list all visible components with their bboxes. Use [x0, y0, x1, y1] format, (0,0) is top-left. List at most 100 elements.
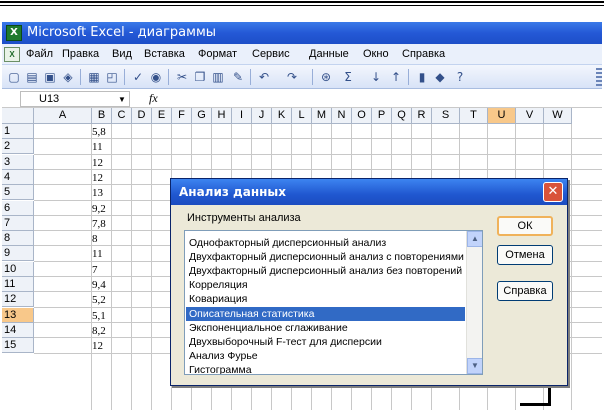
- hyperlink-icon[interactable]: ⊛: [318, 69, 334, 85]
- column-header-q[interactable]: Q: [392, 108, 412, 124]
- analysis-tool-item[interactable]: Двухфакторный дисперсионный анализ без п…: [186, 264, 465, 278]
- fx-label[interactable]: fx: [149, 91, 158, 106]
- help-icon[interactable]: ?: [452, 69, 468, 85]
- row-header-6[interactable]: 6: [2, 200, 34, 216]
- column-header-t[interactable]: T: [460, 108, 488, 124]
- cell-b5[interactable]: 13: [92, 185, 114, 200]
- cell-b10[interactable]: 7: [92, 262, 114, 277]
- cell-b9[interactable]: 11: [92, 246, 114, 261]
- list-scrollbar[interactable]: ▲ ▼: [466, 231, 482, 374]
- cell-b12[interactable]: 5,2: [92, 292, 114, 307]
- menu-tools[interactable]: Сервис: [252, 48, 290, 60]
- cancel-button[interactable]: Отмена: [497, 245, 553, 265]
- dialog-title-bar[interactable]: Анализ данных ✕: [171, 179, 567, 205]
- cell-b14[interactable]: 8,2: [92, 323, 114, 338]
- help-button[interactable]: Справка: [497, 281, 553, 301]
- row-header-15[interactable]: 15: [2, 338, 34, 354]
- name-box-dropdown-icon[interactable]: ▼: [118, 95, 126, 104]
- cell-b8[interactable]: 8: [92, 231, 114, 246]
- select-all-corner[interactable]: [2, 108, 34, 124]
- chart-wizard-icon[interactable]: ▮: [414, 69, 430, 85]
- cell-b6[interactable]: 9,2: [92, 201, 114, 216]
- row-header-12[interactable]: 12: [2, 292, 34, 308]
- column-header-s[interactable]: S: [432, 108, 460, 124]
- cell-b4[interactable]: 12: [92, 170, 114, 185]
- row-header-10[interactable]: 10: [2, 261, 34, 277]
- column-header-l[interactable]: L: [292, 108, 312, 124]
- permission-icon[interactable]: ◈: [60, 69, 76, 85]
- analysis-tool-item[interactable]: Ковариация: [186, 292, 465, 306]
- cell-b13[interactable]: 5,1: [92, 308, 114, 323]
- save-icon[interactable]: ▣: [42, 69, 58, 85]
- column-header-h[interactable]: H: [212, 108, 232, 124]
- menu-help[interactable]: Справка: [402, 48, 445, 60]
- column-header-v[interactable]: V: [516, 108, 544, 124]
- menu-file[interactable]: Файл: [26, 48, 53, 60]
- analysis-tools-list[interactable]: Однофакторный дисперсионный анализ Двухфа…: [184, 230, 483, 375]
- column-header-c[interactable]: C: [112, 108, 132, 124]
- menu-format[interactable]: Формат: [198, 48, 237, 60]
- analysis-tool-item[interactable]: Гистограмма: [186, 363, 465, 374]
- column-header-o[interactable]: O: [352, 108, 372, 124]
- column-header-d[interactable]: D: [132, 108, 152, 124]
- analysis-tool-item[interactable]: Однофакторный дисперсионный анализ: [186, 236, 465, 250]
- column-header-f[interactable]: F: [172, 108, 192, 124]
- scroll-up-icon[interactable]: ▲: [467, 231, 482, 247]
- column-header-b[interactable]: B: [92, 108, 112, 124]
- cell-b2[interactable]: 11: [92, 139, 114, 154]
- row-header-4[interactable]: 4: [2, 169, 34, 185]
- research-icon[interactable]: ◉: [148, 69, 164, 85]
- analysis-tool-item[interactable]: Двухвыборочный F-тест для дисперсии: [186, 335, 465, 349]
- sort-ascending-icon[interactable]: ↓: [368, 69, 384, 85]
- open-icon[interactable]: ▤: [24, 69, 40, 85]
- row-header-5[interactable]: 5: [2, 185, 34, 201]
- undo-icon[interactable]: ↶: [256, 69, 272, 85]
- analysis-tool-item[interactable]: Анализ Фурье: [186, 349, 465, 363]
- column-header-i[interactable]: I: [232, 108, 252, 124]
- format-painter-icon[interactable]: ✎: [230, 69, 246, 85]
- row-header-8[interactable]: 8: [2, 231, 34, 247]
- cell-b11[interactable]: 9,4: [92, 277, 114, 292]
- spelling-icon[interactable]: ✓: [130, 69, 146, 85]
- menu-edit[interactable]: Правка: [62, 48, 99, 60]
- column-header-u[interactable]: U: [488, 108, 516, 124]
- cell-b3[interactable]: 12: [92, 155, 114, 170]
- analysis-tool-item[interactable]: Двухфакторный дисперсионный анализ с пов…: [186, 250, 465, 264]
- cell-b1[interactable]: 5,8: [92, 124, 114, 139]
- sort-descending-icon[interactable]: ↑: [388, 69, 404, 85]
- menu-window[interactable]: Окно: [363, 48, 389, 60]
- column-header-m[interactable]: M: [312, 108, 332, 124]
- print-icon[interactable]: ▦: [86, 69, 102, 85]
- column-header-p[interactable]: P: [372, 108, 392, 124]
- close-icon[interactable]: ✕: [543, 182, 563, 202]
- ok-button[interactable]: ОК: [497, 216, 553, 236]
- excel-app-icon[interactable]: X: [6, 25, 22, 41]
- row-header-1[interactable]: 1: [2, 124, 34, 139]
- copy-icon[interactable]: ❐: [192, 69, 208, 85]
- toolbar-grip-icon[interactable]: [596, 68, 602, 86]
- workbook-icon[interactable]: X: [4, 47, 20, 62]
- column-header-k[interactable]: K: [272, 108, 292, 124]
- autosum-icon[interactable]: Σ: [340, 69, 356, 85]
- menu-insert[interactable]: Вставка: [144, 48, 185, 60]
- column-header-j[interactable]: J: [252, 108, 272, 124]
- column-header-g[interactable]: G: [192, 108, 212, 124]
- row-header-13[interactable]: 13: [2, 307, 34, 323]
- column-header-r[interactable]: R: [412, 108, 432, 124]
- row-header-3[interactable]: 3: [2, 154, 34, 170]
- menu-data[interactable]: Данные: [309, 48, 349, 60]
- scroll-down-icon[interactable]: ▼: [467, 358, 482, 374]
- new-icon[interactable]: ▢: [6, 69, 22, 85]
- cell-b7[interactable]: 7,8: [92, 216, 114, 231]
- analysis-tool-item[interactable]: Описательная статистика: [186, 306, 465, 321]
- column-header-a[interactable]: A: [34, 108, 92, 124]
- analysis-tool-item[interactable]: Экспоненциальное сглаживание: [186, 321, 465, 335]
- paste-icon[interactable]: ▥: [210, 69, 226, 85]
- menu-view[interactable]: Вид: [112, 48, 132, 60]
- drawing-icon[interactable]: ◆: [432, 69, 448, 85]
- analysis-tool-item[interactable]: Корреляция: [186, 278, 465, 292]
- cut-icon[interactable]: ✂: [174, 69, 190, 85]
- column-header-n[interactable]: N: [332, 108, 352, 124]
- name-box[interactable]: U13: [20, 91, 130, 107]
- row-header-7[interactable]: 7: [2, 215, 34, 231]
